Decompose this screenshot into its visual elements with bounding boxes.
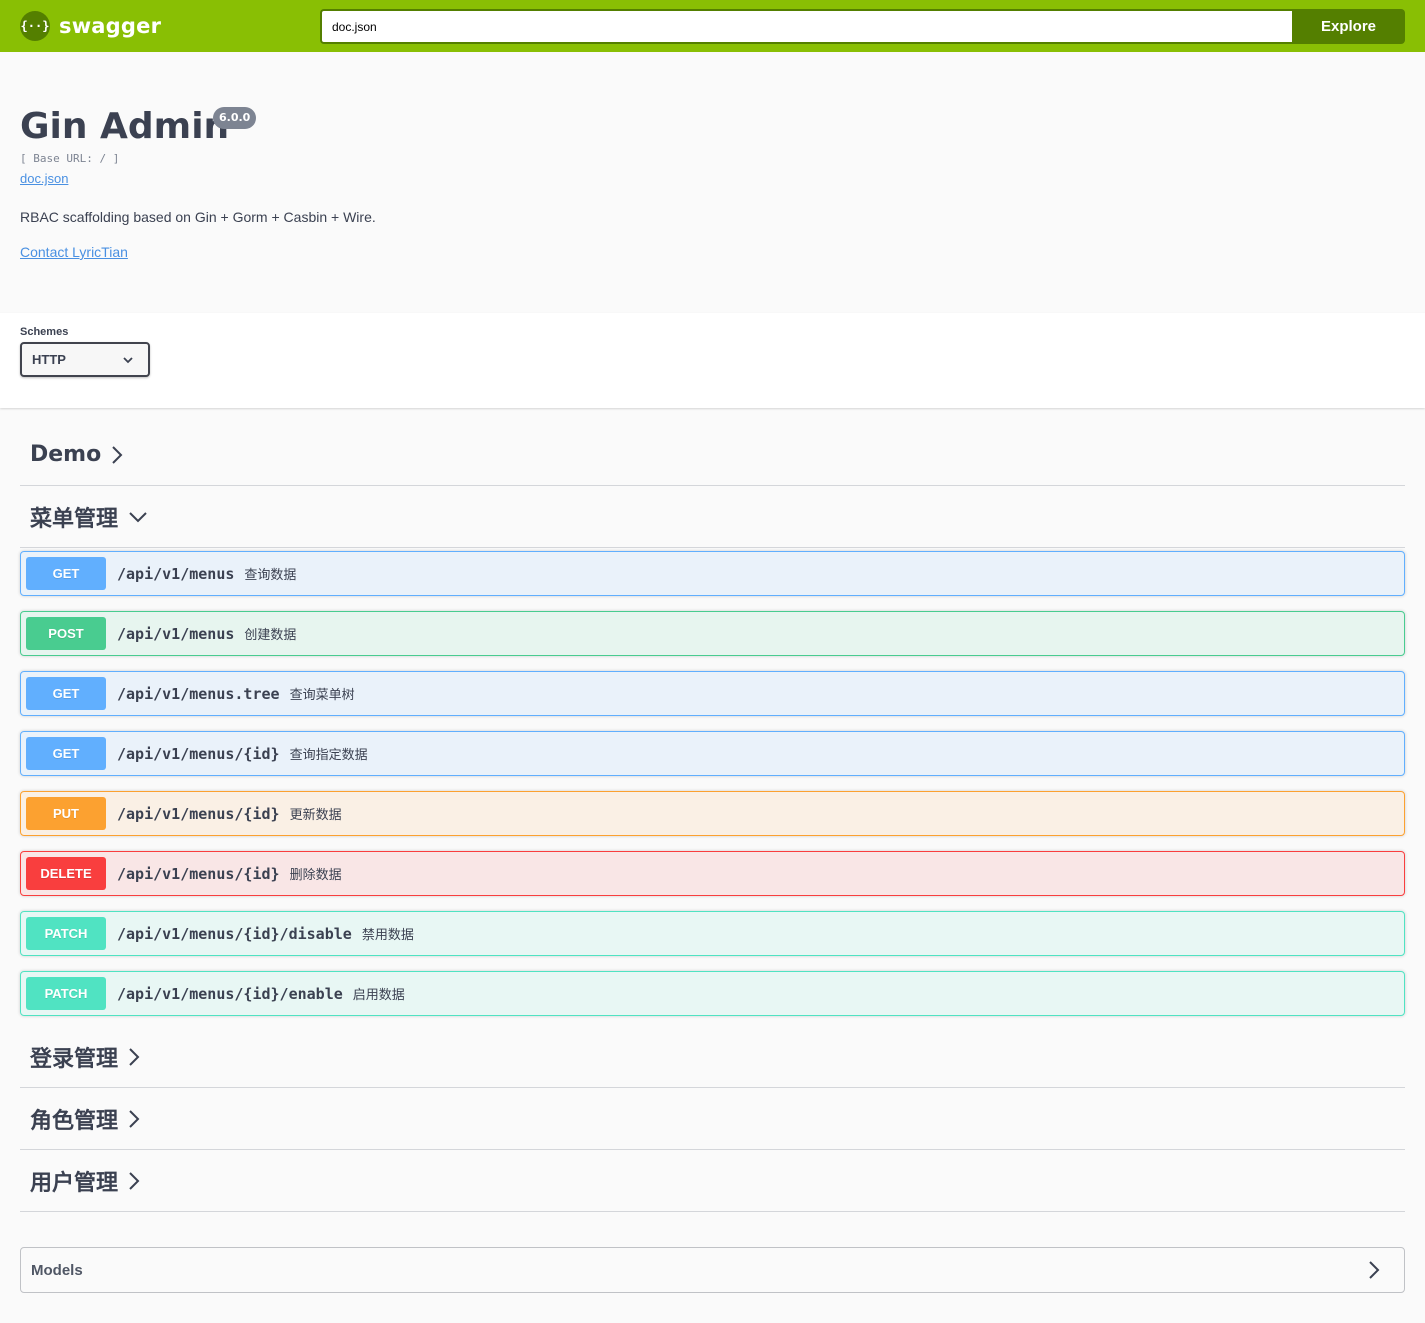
tag-name: 登录管理	[30, 1046, 119, 1072]
spec-link[interactable]: doc.json	[20, 171, 68, 186]
models-label: Models	[31, 1261, 83, 1279]
contact-link[interactable]: Contact LyricTian	[20, 244, 128, 260]
chevron-right-icon	[128, 1171, 140, 1191]
tag-name: 菜单管理	[30, 506, 119, 532]
operation-post-menus[interactable]: POST /api/v1/menus 创建数据	[20, 611, 1405, 656]
method-badge: PATCH	[26, 917, 106, 950]
swagger-logo-text: swagger	[59, 14, 162, 38]
operation-summary: 启用数据	[352, 987, 405, 1002]
schemes-section: Schemes HTTP	[0, 313, 1425, 408]
operation-summary: 禁用数据	[361, 927, 414, 942]
operation-delete-menu-by-id[interactable]: DELETE /api/v1/menus/{id} 删除数据	[20, 851, 1405, 896]
method-badge: DELETE	[26, 857, 106, 890]
method-badge: GET	[26, 737, 106, 770]
operation-path: /api/v1/menus/{id}/enable	[117, 984, 343, 1003]
operation-summary: 查询菜单树	[289, 687, 355, 702]
schemes-selected-value: HTTP	[32, 352, 66, 367]
explore-button[interactable]: Explore	[1292, 9, 1405, 44]
base-url: [ Base URL: / ]	[20, 152, 120, 165]
api-title: Gin Admin	[20, 106, 230, 147]
method-badge: GET	[26, 677, 106, 710]
api-description: RBAC scaffolding based on Gin + Gorm + C…	[20, 209, 376, 225]
operation-path: /api/v1/menus/{id}	[117, 804, 280, 823]
chevron-right-icon	[111, 445, 123, 465]
chevron-down-icon	[128, 511, 148, 523]
method-badge: PUT	[26, 797, 106, 830]
operation-path: /api/v1/menus.tree	[117, 684, 280, 703]
operation-get-menus-tree[interactable]: GET /api/v1/menus.tree 查询菜单树	[20, 671, 1405, 716]
version-badge: 6.0.0	[213, 107, 257, 129]
operation-patch-menu-enable[interactable]: PATCH /api/v1/menus/{id}/enable 启用数据	[20, 971, 1405, 1016]
schemes-label: Schemes	[20, 326, 69, 338]
operation-put-menu-by-id[interactable]: PUT /api/v1/menus/{id} 更新数据	[20, 791, 1405, 836]
operation-patch-menu-disable[interactable]: PATCH /api/v1/menus/{id}/disable 禁用数据	[20, 911, 1405, 956]
tag-name: Demo	[30, 442, 102, 467]
models-section[interactable]: Models	[20, 1247, 1405, 1293]
tag-name: 角色管理	[30, 1108, 119, 1134]
topbar: {··} swagger Explore	[0, 0, 1425, 52]
tag-user-management[interactable]: 用户管理	[20, 1150, 1405, 1212]
method-badge: POST	[26, 617, 106, 650]
tag-role-management[interactable]: 角色管理	[20, 1088, 1405, 1150]
operation-summary: 删除数据	[289, 867, 342, 882]
swagger-logo-icon: {··}	[20, 11, 50, 41]
chevron-right-icon	[1369, 1261, 1380, 1279]
method-badge: GET	[26, 557, 106, 590]
operation-path: /api/v1/menus/{id}/disable	[117, 924, 352, 943]
chevron-right-icon	[128, 1109, 140, 1129]
operation-summary: 创建数据	[244, 627, 297, 642]
chevron-down-icon	[123, 357, 133, 364]
method-badge: PATCH	[26, 977, 106, 1010]
schemes-select[interactable]: HTTP	[20, 342, 150, 377]
tag-demo[interactable]: Demo	[20, 424, 1405, 486]
tag-menu-management[interactable]: 菜单管理	[20, 486, 1405, 548]
tag-name: 用户管理	[30, 1170, 119, 1196]
operation-path: /api/v1/menus	[117, 564, 235, 583]
operation-summary: 查询数据	[244, 567, 297, 582]
operation-summary: 更新数据	[289, 807, 342, 822]
operation-path: /api/v1/menus	[117, 624, 235, 643]
swagger-logo[interactable]: {··} swagger	[20, 11, 161, 41]
operation-path: /api/v1/menus/{id}	[117, 864, 280, 883]
operation-summary: 查询指定数据	[289, 747, 368, 762]
operation-get-menus[interactable]: GET /api/v1/menus 查询数据	[20, 551, 1405, 596]
tag-login-management[interactable]: 登录管理	[20, 1026, 1405, 1088]
chevron-right-icon	[128, 1047, 140, 1067]
spec-url-input[interactable]	[320, 9, 1293, 44]
operation-get-menu-by-id[interactable]: GET /api/v1/menus/{id} 查询指定数据	[20, 731, 1405, 776]
operation-path: /api/v1/menus/{id}	[117, 744, 280, 763]
